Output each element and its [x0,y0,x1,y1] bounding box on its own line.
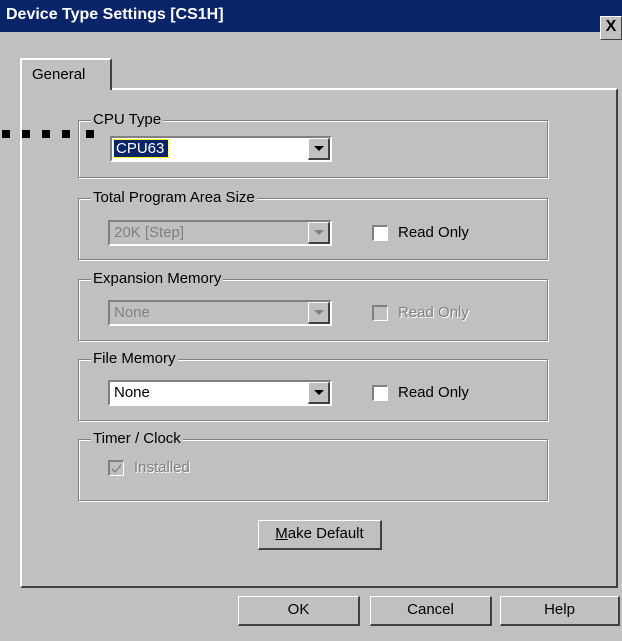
chevron-down-icon [314,310,324,315]
annotation-dot [42,130,50,138]
tab-general[interactable]: General [20,58,112,90]
cpu-type-label: CPU Type [91,111,164,128]
cpu-type-select[interactable]: CPU63 [110,136,332,162]
file-memory-select[interactable]: None [108,380,332,406]
cancel-button[interactable]: Cancel [370,596,492,626]
close-button[interactable]: X [600,16,622,40]
window-title: Device Type Settings [CS1H] [6,6,224,23]
file-memory-label: File Memory [91,350,178,367]
close-icon: X [605,18,617,35]
expansion-memory-label: Expansion Memory [91,270,224,287]
help-button[interactable]: Help [500,596,620,626]
annotation-dot [2,130,10,138]
annotation-dot [22,130,30,138]
chevron-down-icon [314,390,324,395]
expansion-memory-dropdown-button[interactable] [308,302,330,324]
title-bar[interactable]: Device Type Settings [CS1H] [0,0,622,32]
cpu-type-value: CPU63 [112,139,170,158]
expansion-memory-read-only-label: Read Only [398,304,469,321]
checkbox-box [372,304,388,321]
cancel-label: Cancel [407,601,454,618]
chevron-down-icon [314,230,324,235]
file-memory-dropdown-button[interactable] [308,382,330,404]
checkbox-box [108,459,124,476]
make-default-label: ake Default [287,525,364,542]
timer-clock-label: Timer / Clock [91,430,183,447]
make-default-button[interactable]: Make Default [258,520,382,550]
expansion-memory-read-only-checkbox[interactable]: Read Only [372,304,469,321]
help-label: Help [544,601,575,618]
annotation-dot [86,130,94,138]
file-memory-read-only-label: Read Only [398,384,469,401]
program-area-value: 20K [Step] [114,224,185,241]
tab-general-label: General [32,66,86,83]
expansion-memory-value: None [114,304,150,321]
annotation-dot [62,130,70,138]
program-area-read-only-checkbox[interactable]: Read Only [372,224,469,241]
expansion-memory-select[interactable]: None [108,300,332,326]
checkmark-icon [112,463,121,473]
checkbox-box [372,384,388,401]
device-type-settings-dialog: Device Type Settings [CS1H] X General CP… [0,0,622,641]
timer-clock-installed-label: Installed [134,459,190,476]
cpu-type-dropdown-button[interactable] [308,138,330,160]
checkbox-box [372,224,388,241]
timer-clock-installed-checkbox[interactable]: Installed [108,459,190,476]
ok-label: OK [287,601,310,618]
program-area-dropdown-button[interactable] [308,222,330,244]
make-default-mnemonic: M [275,525,288,542]
file-memory-value: None [114,384,150,401]
file-memory-read-only-checkbox[interactable]: Read Only [372,384,469,401]
program-area-read-only-label: Read Only [398,224,469,241]
program-area-select[interactable]: 20K [Step] [108,220,332,246]
ok-button[interactable]: OK [238,596,360,626]
program-area-label: Total Program Area Size [91,189,257,206]
chevron-down-icon [314,146,324,151]
